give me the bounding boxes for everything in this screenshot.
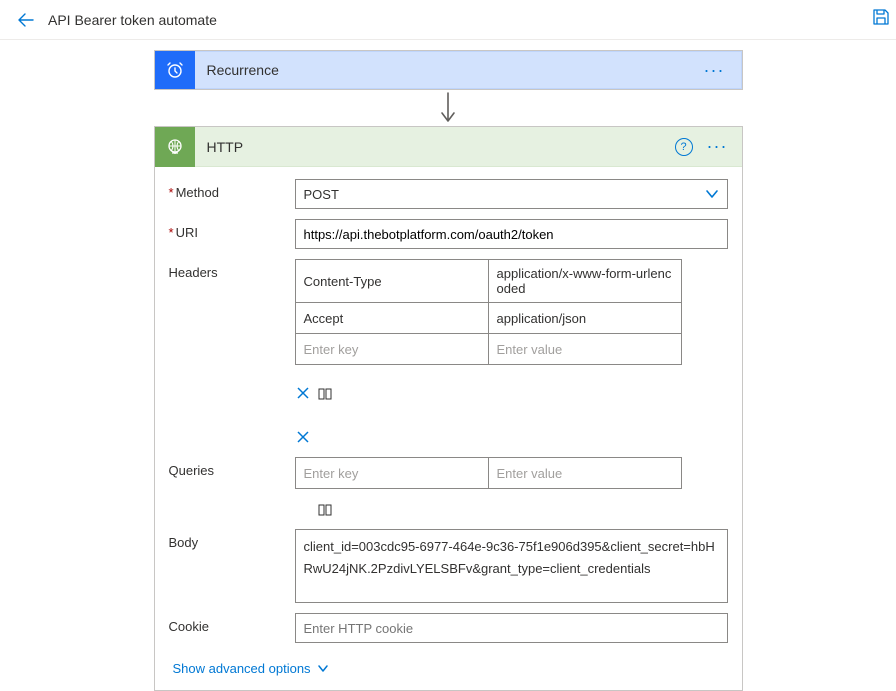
delete-header-button[interactable] (295, 386, 311, 403)
method-row: Method POST (169, 179, 728, 209)
header-row-new (296, 334, 681, 365)
save-icon (872, 8, 890, 26)
header-value[interactable]: application/x-www-form-urlencoded (489, 260, 681, 302)
query-value-input[interactable] (489, 458, 681, 488)
uri-label: URI (169, 219, 295, 240)
header-row: Accept application/json (296, 303, 681, 334)
back-button[interactable] (12, 6, 40, 34)
http-form: Method POST URI He (155, 167, 742, 690)
text-mode-icon (318, 387, 332, 401)
method-label: Method (169, 179, 295, 200)
body-row: Body client_id=003cdc95-6977-464e-9c36-7… (169, 529, 728, 603)
chevron-down-icon (317, 663, 329, 675)
http-title: HTTP (207, 139, 675, 155)
query-key-input[interactable] (296, 458, 489, 488)
clock-icon (165, 60, 185, 80)
query-row-new (296, 458, 681, 488)
help-button[interactable]: ? (675, 138, 693, 156)
globe-icon (165, 137, 185, 157)
body-label: Body (169, 529, 295, 550)
http-header-body: HTTP ? ··· (195, 127, 742, 167)
http-menu-button[interactable]: ··· (703, 136, 732, 157)
headers-actions (295, 371, 333, 447)
uri-row: URI (169, 219, 728, 249)
header-row: Content-Type application/x-www-form-urle… (296, 260, 681, 303)
recurrence-card[interactable]: Recurrence ··· (154, 50, 743, 90)
queries-table (295, 457, 682, 489)
topbar: API Bearer token automate (0, 0, 896, 40)
chevron-down-icon (705, 187, 719, 204)
recurrence-title: Recurrence (207, 62, 700, 78)
flow-canvas: Recurrence ··· HTTP ? ··· (0, 40, 896, 691)
uri-input[interactable] (295, 219, 728, 249)
close-icon (297, 387, 309, 399)
body-input[interactable]: client_id=003cdc95-6977-464e-9c36-75f1e9… (295, 529, 728, 603)
queries-actions (295, 495, 333, 519)
advanced-link-label: Show advanced options (173, 661, 311, 676)
switch-mode-button[interactable] (317, 503, 333, 517)
connector-arrow (438, 90, 458, 126)
show-advanced-options-link[interactable]: Show advanced options (173, 661, 329, 676)
header-key-input[interactable] (296, 334, 489, 364)
text-mode-icon (318, 503, 332, 517)
headers-table: Content-Type application/x-www-form-urle… (295, 259, 682, 365)
queries-label: Queries (169, 457, 295, 478)
method-value: POST (304, 187, 339, 202)
delete-header-button[interactable] (295, 430, 311, 447)
arrow-left-icon (18, 12, 34, 28)
switch-mode-button[interactable] (317, 387, 333, 401)
http-header[interactable]: HTTP ? ··· (155, 127, 742, 167)
cookie-input[interactable] (295, 613, 728, 643)
page-title: API Bearer token automate (48, 12, 217, 28)
close-icon (297, 431, 309, 443)
save-button[interactable] (872, 8, 890, 29)
headers-label: Headers (169, 259, 295, 280)
header-value-input[interactable] (489, 334, 681, 364)
cookie-row: Cookie (169, 613, 728, 643)
header-key[interactable]: Content-Type (296, 260, 489, 302)
header-key[interactable]: Accept (296, 303, 489, 333)
http-card: HTTP ? ··· Method POST (154, 126, 743, 691)
http-icon-box (155, 127, 195, 167)
recurrence-icon-box (155, 51, 195, 89)
headers-row: Headers Content-Type application/x-www-f… (169, 259, 728, 447)
cookie-label: Cookie (169, 613, 295, 634)
arrow-down-icon (438, 91, 458, 125)
recurrence-header: Recurrence ··· (195, 51, 742, 89)
header-value[interactable]: application/json (489, 303, 681, 333)
queries-row: Queries (169, 457, 728, 519)
recurrence-menu-button[interactable]: ··· (700, 60, 729, 81)
method-select[interactable]: POST (295, 179, 728, 209)
